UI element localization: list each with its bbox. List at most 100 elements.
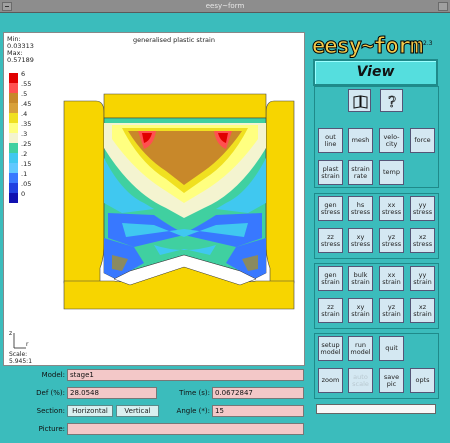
control-button-save[interactable]: save pic <box>379 368 404 393</box>
control-button-setup-sublabel: model <box>320 347 341 356</box>
vertical-button[interactable]: Vertical <box>116 405 159 417</box>
strain-button-bulk[interactable]: bulk strain <box>348 266 373 291</box>
control-button-setup[interactable]: setup model <box>318 336 343 361</box>
legend-label: .55 <box>21 80 31 88</box>
legend-swatch <box>9 163 18 173</box>
view-button-plast-strain-sublabel: strain <box>321 171 340 180</box>
def-label: Def (%): <box>36 389 65 397</box>
view-button-plast-strain[interactable]: plast strain <box>318 160 343 185</box>
view-button-out-line[interactable]: out line <box>318 128 343 153</box>
view-button-mesh[interactable]: mesh <box>348 128 373 153</box>
legend-swatch <box>9 133 18 143</box>
window-close-icon[interactable] <box>438 2 448 11</box>
window-title: eesy~form <box>205 2 245 10</box>
max-value: 0.57189 <box>7 56 34 64</box>
control-button-zoom[interactable]: zoom <box>318 368 343 393</box>
legend-swatch <box>9 73 18 83</box>
legend-swatch <box>9 123 18 133</box>
horizontal-button[interactable]: Horizontal <box>67 405 113 417</box>
stress-button-zz-sublabel: stress <box>320 239 341 248</box>
left-die <box>63 100 105 284</box>
scale-label: Scale: <box>9 351 28 358</box>
view-button-force[interactable]: force <box>410 128 435 153</box>
stress-button-xx[interactable]: xx stress <box>379 196 404 221</box>
time-field[interactable]: 0.0672847 <box>212 387 304 399</box>
strain-button-xy[interactable]: xy strain <box>348 298 373 323</box>
legend-swatch <box>9 143 18 153</box>
app-logo: eesy~form <box>311 34 423 60</box>
angle-field[interactable]: 15 <box>212 405 304 417</box>
legend-swatch <box>9 183 18 193</box>
model-field[interactable]: stage1 <box>67 369 304 381</box>
control-button-run[interactable]: run model <box>348 336 373 361</box>
stress-button-hs[interactable]: hs stress <box>348 196 373 221</box>
stress-button-zz[interactable]: zz stress <box>318 228 343 253</box>
legend-label: 6 <box>21 70 25 78</box>
axis-r-label: r <box>26 341 29 348</box>
view-header[interactable]: View <box>313 59 438 86</box>
control-button-save-sublabel: pic <box>386 379 397 388</box>
strain-button-gen[interactable]: gen strain <box>318 266 343 291</box>
view-button-mesh-label: mesh <box>351 136 370 144</box>
def-field[interactable]: 28.0548 <box>67 387 157 399</box>
stress-button-gen[interactable]: gen stress <box>318 196 343 221</box>
stress-button-yy-sublabel: stress <box>412 207 433 216</box>
legend-swatch <box>9 83 18 93</box>
stress-button-yz[interactable]: yz stress <box>379 228 404 253</box>
stress-button-xy[interactable]: xy stress <box>348 228 373 253</box>
stress-button-xz-sublabel: stress <box>412 239 433 248</box>
stress-button-xz[interactable]: xz stress <box>410 228 435 253</box>
control-button-quit[interactable]: quit <box>379 336 404 361</box>
control-button-auto[interactable]: auto scale <box>348 368 373 393</box>
strain-button-xx-sublabel: strain <box>382 277 401 286</box>
view-button-force-label: force <box>414 136 431 144</box>
stress-button-xx-sublabel: stress <box>381 207 402 216</box>
stress-button-yy[interactable]: yy stress <box>410 196 435 221</box>
view-button-temp-label: temp <box>382 168 400 176</box>
strain-button-xz-sublabel: strain <box>413 309 432 318</box>
stress-button-hs-sublabel: stress <box>350 207 371 216</box>
view-button-strain-rate-sublabel: rate <box>353 171 368 180</box>
view-button-velo-city-sublabel: city <box>385 139 398 148</box>
legend-label: .15 <box>21 160 31 168</box>
strain-button-gen-sublabel: strain <box>321 277 340 286</box>
strain-button-xz[interactable]: xz strain <box>410 298 435 323</box>
view-button-strain-rate[interactable]: strain rate <box>348 160 373 185</box>
upper-punch <box>103 93 267 119</box>
scale-box: Scale: 5.945:1 <box>9 351 32 365</box>
svg-text:?: ? <box>388 93 396 111</box>
strain-button-zz-sublabel: strain <box>321 309 340 318</box>
strain-button-xx[interactable]: xx strain <box>379 266 404 291</box>
legend-label: .4 <box>21 110 27 118</box>
control-button-auto-sublabel: scale <box>352 379 369 388</box>
strain-button-yz[interactable]: yz strain <box>379 298 404 323</box>
legend-label: 0 <box>21 190 25 198</box>
control-button-zoom-label: zoom <box>321 376 340 384</box>
legend-label: .3 <box>21 130 27 138</box>
strain-button-zz[interactable]: zz strain <box>318 298 343 323</box>
book-icon[interactable] <box>348 89 371 112</box>
plot-title: generalised plastic strain <box>133 36 215 44</box>
strain-button-yy[interactable]: yy strain <box>410 266 435 291</box>
legend-label: .05 <box>21 180 31 188</box>
title-bar[interactable]: eesy~form <box>0 0 450 13</box>
control-button-opts[interactable]: opts <box>410 368 435 393</box>
plot-panel: 6.55.5.45.4.35.3.25.2.15.1.05 0 z r Min:… <box>3 32 305 366</box>
model-label: Model: <box>41 371 65 379</box>
picture-label: Picture: <box>38 425 65 433</box>
legend-swatch <box>9 153 18 163</box>
strain-button-bulk-sublabel: strain <box>351 277 370 286</box>
strain-button-xy-sublabel: strain <box>351 309 370 318</box>
axis-z-label: z <box>9 330 12 337</box>
message-field[interactable] <box>316 404 436 414</box>
view-button-temp[interactable]: temp <box>379 160 404 185</box>
right-die <box>265 100 295 284</box>
scale-value: 5.945:1 <box>9 358 33 365</box>
legend-label: .45 <box>21 100 31 108</box>
legend-swatch <box>9 113 18 123</box>
strain-contours <box>103 117 267 286</box>
view-button-velo-city[interactable]: velo-city <box>379 128 404 153</box>
help-icon[interactable]: ? <box>380 89 403 112</box>
picture-field[interactable] <box>67 423 304 435</box>
time-label: Time (s): <box>179 389 210 397</box>
